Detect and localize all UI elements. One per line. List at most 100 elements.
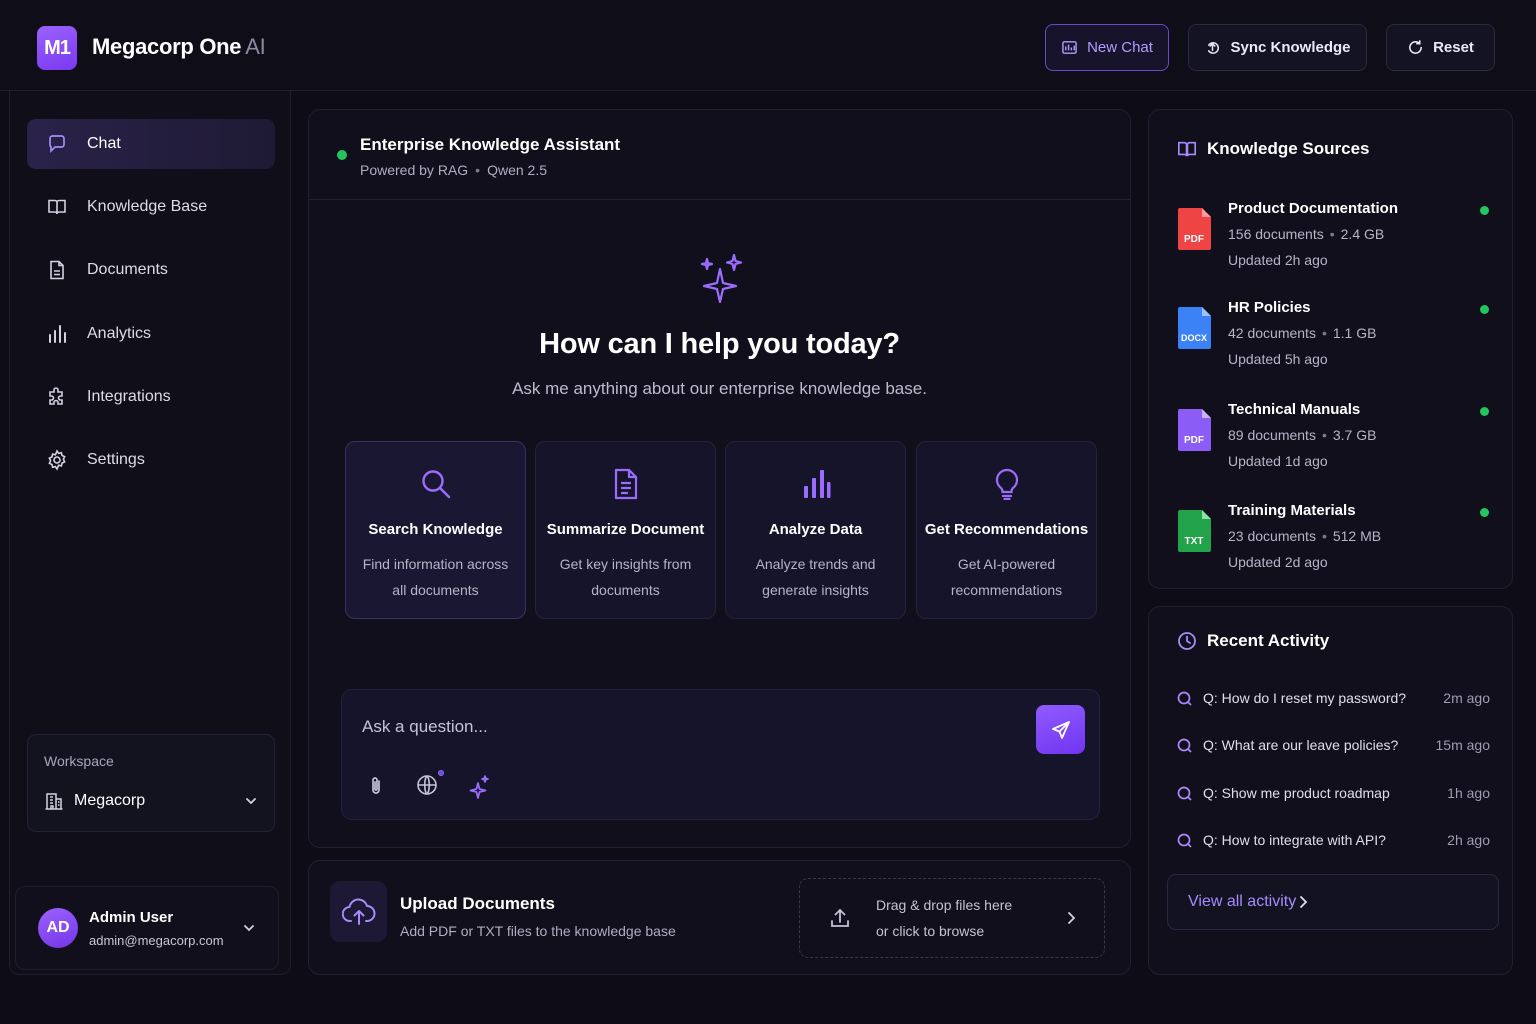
sidebar-item-integrations[interactable]: Integrations: [27, 372, 275, 422]
activity-item[interactable]: Q: What are our leave policies? 15m ago: [1177, 734, 1490, 756]
source-updated: Updated 2h ago: [1228, 252, 1328, 268]
sidebar-item-settings[interactable]: Settings: [27, 435, 275, 485]
upload-title: Upload Documents: [400, 894, 555, 913]
chat-bubble-icon: [46, 133, 68, 155]
new-chat-label: New Chat: [1087, 39, 1153, 56]
sidebar-item-documents[interactable]: Documents: [27, 245, 275, 295]
web-search-globe-icon[interactable]: [415, 769, 447, 797]
source-meta: 89 documents • 3.7 GB: [1228, 427, 1377, 443]
card-description: Find information across all documents: [362, 556, 509, 598]
svg-text:TXT: TXT: [1185, 536, 1204, 547]
source-name: Technical Manuals: [1228, 401, 1361, 418]
new-chat-button[interactable]: New Chat: [1045, 24, 1169, 71]
question-icon: [1177, 786, 1192, 801]
dropzone-line-1: Drag & drop files here: [876, 897, 1013, 913]
question-icon: [1177, 738, 1192, 753]
hero-title: How can I help you today?: [539, 328, 900, 360]
document-icon: [46, 259, 68, 281]
model-name: Qwen 2.5: [487, 162, 548, 178]
ai-sparkle-icon[interactable]: [468, 775, 490, 799]
workspace-selector[interactable]: Workspace Megacorp: [27, 734, 275, 832]
source-item-training-materials[interactable]: TXT Training Materials 23 documents • 512 …: [1149, 498, 1512, 588]
chevron-down-icon: [244, 794, 258, 808]
source-updated: Updated 5h ago: [1228, 351, 1328, 367]
hero-subtitle: Ask me anything about our enterprise kno…: [512, 379, 927, 398]
source-status-dot: [1480, 508, 1489, 517]
avatar: AD: [38, 908, 78, 948]
activity-time: 15m ago: [1435, 737, 1490, 753]
send-icon: [1051, 720, 1071, 740]
workspace-label: Workspace: [44, 753, 114, 769]
app-logo[interactable]: M1: [37, 26, 77, 70]
sync-upload-icon: [1204, 39, 1221, 56]
action-card-get-recommendations[interactable]: Get Recommendations Get AI-powered recomm…: [916, 441, 1097, 619]
source-item-technical-manuals[interactable]: PDF Technical Manuals 89 documents • 3.7 G…: [1149, 397, 1512, 487]
source-meta: 156 documents • 2.4 GB: [1228, 226, 1385, 242]
activity-item[interactable]: Q: How do I reset my password? 2m ago: [1177, 687, 1490, 709]
sync-knowledge-button[interactable]: Sync Knowledge: [1188, 24, 1367, 71]
activity-question: Q: How do I reset my password?: [1203, 690, 1407, 706]
card-title: Get Recommendations: [924, 521, 1089, 538]
user-menu[interactable]: AD Admin User admin@megacorp.com: [15, 886, 279, 970]
sidebar-item-knowledge-base[interactable]: Knowledge Base: [27, 182, 275, 232]
card-description: Get key insights from documents: [559, 556, 692, 598]
knowledge-sources-title: Knowledge Sources: [1207, 139, 1370, 158]
sidebar-item-label: Knowledge Base: [87, 198, 208, 215]
chevron-right-icon: [1296, 894, 1310, 910]
sidebar-item-label: Chat: [87, 135, 121, 152]
question-input[interactable]: [362, 712, 1002, 742]
card-description: Get AI-powered recommendations: [950, 556, 1063, 598]
pdf-file-icon: PDF: [1177, 206, 1213, 252]
action-card-analyze-data[interactable]: Analyze Data Analyze trends and generate …: [725, 441, 906, 619]
source-name: HR Policies: [1228, 299, 1311, 316]
attach-paperclip-icon[interactable]: [366, 775, 386, 797]
sparkle-icon: [698, 253, 744, 303]
upload-panel: Upload Documents Add PDF or TXT files to…: [308, 860, 1131, 975]
building-icon: [44, 791, 64, 811]
sync-knowledge-label: Sync Knowledge: [1230, 39, 1351, 56]
reset-button[interactable]: Reset: [1386, 24, 1495, 71]
source-item-product-documentation[interactable]: PDF Product Documentation 156 documents •…: [1149, 196, 1512, 286]
recent-activity-title: Recent Activity: [1207, 631, 1330, 650]
brand-name: Megacorp One AI: [92, 34, 266, 59]
bar-chart-icon: [46, 323, 68, 345]
workspace-dropdown[interactable]: Megacorp: [44, 791, 258, 811]
upload-subtitle: Add PDF or TXT files to the knowledge ba…: [400, 923, 676, 939]
svg-text:PDF: PDF: [1184, 435, 1204, 446]
knowledge-sources-panel: Knowledge Sources PDF Product Documentat…: [1148, 109, 1513, 589]
action-card-summarize-document[interactable]: Summarize Document Get key insights from…: [535, 441, 716, 619]
source-updated: Updated 2d ago: [1228, 554, 1328, 570]
question-icon: [1177, 691, 1192, 706]
txt-file-icon: TXT: [1177, 508, 1213, 554]
source-meta: 23 documents • 512 MB: [1228, 528, 1382, 544]
assistant-subtitle: Powered by RAG • Qwen 2.5: [360, 162, 548, 178]
card-title: Search Knowledge: [368, 521, 503, 538]
action-card-search-knowledge[interactable]: Search Knowledge Find information across…: [345, 441, 526, 619]
file-dropzone[interactable]: Drag & drop files here or click to brows…: [799, 878, 1105, 958]
sidebar-item-label: Settings: [87, 451, 145, 468]
question-icon: [1177, 833, 1192, 848]
gear-icon: [46, 449, 68, 471]
new-chat-icon: [1061, 39, 1078, 56]
svg-text:PDF: PDF: [1184, 234, 1204, 245]
activity-time: 2m ago: [1443, 690, 1490, 706]
sidebar-item-label: Analytics: [87, 325, 152, 342]
chat-header: Enterprise Knowledge Assistant Powered b…: [309, 110, 1130, 200]
send-button[interactable]: [1036, 705, 1085, 754]
chevron-right-icon: [1064, 910, 1078, 926]
activity-item[interactable]: Q: Show me product roadmap 1h ago: [1177, 782, 1490, 804]
bar-chart-icon: [726, 468, 905, 500]
powered-by-text: Powered by RAG: [360, 162, 469, 178]
reset-label: Reset: [1433, 39, 1474, 56]
pdf-file-icon: PDF: [1177, 407, 1213, 453]
source-item-hr-policies[interactable]: DOCX HR Policies 42 documents • 1.1 GB Upd…: [1149, 295, 1512, 385]
view-all-activity-button[interactable]: View all activity: [1167, 874, 1499, 930]
source-status-dot: [1480, 206, 1489, 215]
activity-item[interactable]: Q: How to integrate with API? 2h ago: [1177, 829, 1490, 851]
chevron-down-icon: [242, 921, 256, 935]
sidebar-item-chat[interactable]: Chat: [27, 119, 275, 169]
activity-question: Q: Show me product roadmap: [1203, 785, 1390, 801]
svg-text:DOCX: DOCX: [1181, 333, 1207, 343]
sidebar-item-analytics[interactable]: Analytics: [27, 309, 275, 359]
document-lines-icon: [536, 468, 715, 500]
